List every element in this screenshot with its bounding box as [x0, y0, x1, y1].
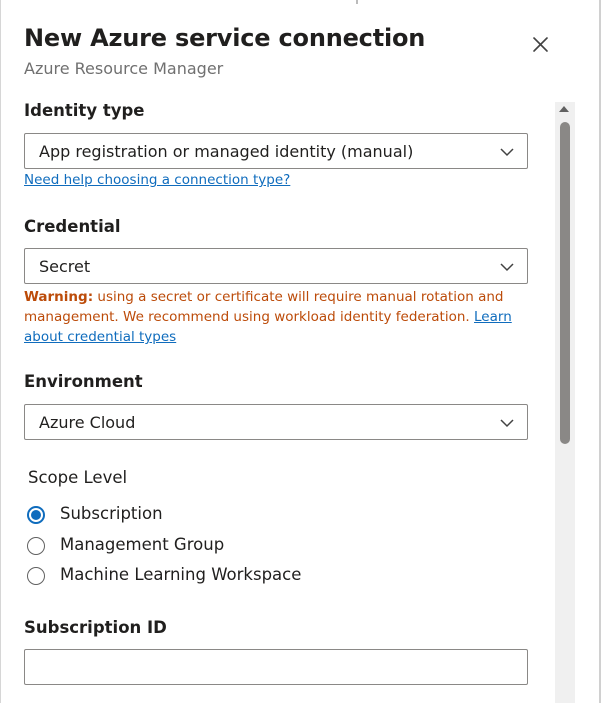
chevron-down-icon [500, 263, 514, 272]
radio-dot [31, 510, 41, 520]
scope-level-label: Scope Level [28, 468, 128, 487]
environment-value: Azure Cloud [39, 413, 136, 432]
chevron-down-icon [500, 148, 514, 157]
subscription-id-input[interactable] [24, 649, 528, 685]
scope-option-label: Management Group [60, 535, 225, 554]
scope-option-label: Subscription [60, 504, 163, 523]
warning-prefix: Warning: [24, 289, 94, 305]
close-button[interactable] [524, 29, 556, 61]
background-edge [356, 0, 358, 4]
identity-type-label: Identity type [24, 101, 145, 120]
credential-dropdown[interactable]: Secret [24, 248, 528, 284]
identity-type-value: App registration or managed identity (ma… [39, 142, 414, 161]
radio-unselected[interactable] [27, 567, 45, 585]
scope-option-label: Machine Learning Workspace [60, 565, 302, 584]
panel-subtitle: Azure Resource Manager [24, 59, 224, 78]
credential-label: Credential [24, 217, 121, 236]
chevron-down-icon [500, 419, 514, 428]
environment-label: Environment [24, 372, 143, 391]
scroll-up-arrow-icon[interactable] [559, 106, 569, 112]
service-connection-panel: New Azure service connection Azure Resou… [0, 0, 601, 703]
radio-unselected[interactable] [27, 537, 45, 555]
connection-type-help-link[interactable]: Need help choosing a connection type? [24, 172, 290, 188]
credential-warning: Warning: using a secret or certificate w… [24, 287, 514, 347]
close-icon [533, 37, 548, 52]
scrollbar-thumb[interactable] [560, 122, 570, 444]
subscription-id-label: Subscription ID [24, 618, 167, 637]
environment-dropdown[interactable]: Azure Cloud [24, 404, 528, 440]
warning-text: using a secret or certificate will requi… [24, 289, 504, 325]
radio-selected[interactable] [27, 506, 45, 524]
panel-left-border [0, 0, 1, 703]
panel-title: New Azure service connection [24, 24, 426, 52]
credential-value: Secret [39, 257, 91, 276]
identity-type-dropdown[interactable]: App registration or managed identity (ma… [24, 133, 528, 169]
